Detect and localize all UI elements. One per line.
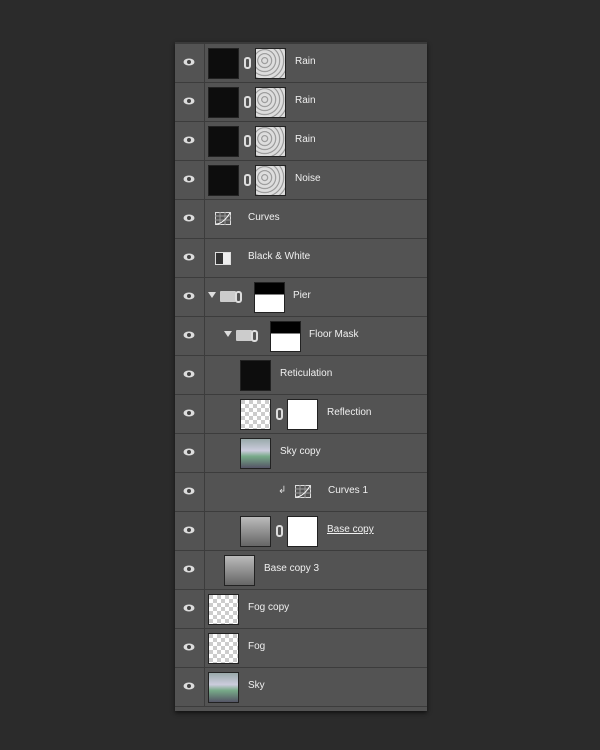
link-icon[interactable] [276, 408, 283, 420]
layer-thumbnail[interactable] [208, 126, 239, 157]
layer-thumbnail[interactable] [208, 165, 239, 196]
link-icon[interactable] [276, 525, 283, 537]
link-icon[interactable] [244, 135, 251, 147]
layer-name[interactable]: Fog copy [248, 602, 289, 613]
expand-arrow-icon[interactable] [208, 292, 216, 298]
clipping-arrow-icon: ↲ [278, 485, 287, 496]
layer-name[interactable]: Fog [248, 641, 265, 652]
layer-mask-thumbnail[interactable] [255, 87, 286, 118]
layer-thumbnail[interactable] [208, 672, 239, 703]
visibility-eye-icon[interactable] [175, 551, 205, 589]
layer-row[interactable]: Base copy 3 [175, 551, 427, 590]
visibility-eye-icon[interactable] [175, 590, 205, 628]
link-icon[interactable] [251, 330, 258, 342]
folder-icon [220, 291, 236, 302]
layer-thumbnail[interactable] [208, 594, 239, 625]
layer-thumbnail[interactable] [240, 360, 271, 391]
visibility-eye-icon[interactable] [175, 122, 205, 160]
layer-row[interactable]: Curves [175, 200, 427, 239]
layer-row[interactable]: Rain [175, 44, 427, 83]
layer-row[interactable]: Rain [175, 122, 427, 161]
layer-name[interactable]: Base copy [327, 524, 374, 535]
link-icon[interactable] [244, 96, 251, 108]
layer-name[interactable]: Rain [295, 134, 316, 145]
visibility-eye-icon[interactable] [175, 239, 205, 277]
visibility-eye-icon[interactable] [175, 512, 205, 550]
visibility-eye-icon[interactable] [175, 200, 205, 238]
layer-name[interactable]: Noise [295, 173, 321, 184]
layer-thumbnail[interactable] [208, 633, 239, 664]
visibility-eye-icon[interactable] [175, 473, 205, 511]
link-icon[interactable] [244, 57, 251, 69]
expand-arrow-icon[interactable] [224, 331, 232, 337]
layer-thumbnail[interactable] [240, 399, 271, 430]
layer-row[interactable]: ↲ Curves 1 [175, 473, 427, 512]
curves-icon [295, 485, 311, 498]
link-icon[interactable] [244, 174, 251, 186]
visibility-eye-icon[interactable] [175, 161, 205, 199]
layer-row[interactable]: Noise [175, 161, 427, 200]
layer-row[interactable]: Sky [175, 668, 427, 707]
layer-row[interactable]: Fog copy [175, 590, 427, 629]
layer-row[interactable]: Black & White [175, 239, 427, 278]
visibility-eye-icon[interactable] [175, 395, 205, 433]
layer-mask-thumbnail[interactable] [287, 399, 318, 430]
visibility-eye-icon[interactable] [175, 317, 205, 355]
layer-row[interactable]: Fog [175, 629, 427, 668]
layer-row[interactable]: Reflection [175, 395, 427, 434]
layer-thumbnail[interactable] [208, 48, 239, 79]
black-white-icon [215, 252, 231, 265]
layer-row[interactable]: Pier [175, 278, 427, 317]
layer-name[interactable]: Curves [248, 212, 280, 223]
layer-thumbnail[interactable] [240, 516, 271, 547]
visibility-eye-icon[interactable] [175, 83, 205, 121]
layer-name[interactable]: Curves 1 [328, 485, 368, 496]
visibility-eye-icon[interactable] [175, 44, 205, 82]
layer-row[interactable]: Sky copy [175, 434, 427, 473]
layer-name[interactable]: Reflection [327, 407, 371, 418]
layer-mask-thumbnail[interactable] [254, 282, 285, 313]
layer-name[interactable]: Black & White [248, 251, 310, 262]
layer-name[interactable]: Rain [295, 56, 316, 67]
layer-row[interactable]: Floor Mask [175, 317, 427, 356]
layer-mask-thumbnail[interactable] [255, 165, 286, 196]
layer-name[interactable]: Reticulation [280, 368, 332, 379]
layer-name[interactable]: Pier [293, 290, 311, 301]
curves-icon [215, 212, 231, 225]
layer-mask-thumbnail[interactable] [270, 321, 301, 352]
visibility-eye-icon[interactable] [175, 629, 205, 667]
layer-mask-thumbnail[interactable] [255, 126, 286, 157]
link-icon[interactable] [235, 291, 242, 303]
layer-row[interactable]: Reticulation [175, 356, 427, 395]
visibility-eye-icon[interactable] [175, 434, 205, 472]
layer-thumbnail[interactable] [208, 87, 239, 118]
layer-mask-thumbnail[interactable] [255, 48, 286, 79]
layer-thumbnail[interactable] [224, 555, 255, 586]
layer-name[interactable]: Sky copy [280, 446, 321, 457]
layer-row[interactable]: Rain [175, 83, 427, 122]
layer-thumbnail[interactable] [240, 438, 271, 469]
layers-panel: Rain Rain Rain Noise Curves Black & White Pier… [175, 42, 427, 711]
visibility-eye-icon[interactable] [175, 668, 205, 706]
layer-name[interactable]: Base copy 3 [264, 563, 319, 574]
layer-name[interactable]: Rain [295, 95, 316, 106]
layer-name[interactable]: Floor Mask [309, 329, 358, 340]
layer-name[interactable]: Sky [248, 680, 265, 691]
layer-row[interactable]: Base copy [175, 512, 427, 551]
layer-mask-thumbnail[interactable] [287, 516, 318, 547]
visibility-eye-icon[interactable] [175, 356, 205, 394]
visibility-eye-icon[interactable] [175, 278, 205, 316]
folder-icon [236, 330, 252, 341]
